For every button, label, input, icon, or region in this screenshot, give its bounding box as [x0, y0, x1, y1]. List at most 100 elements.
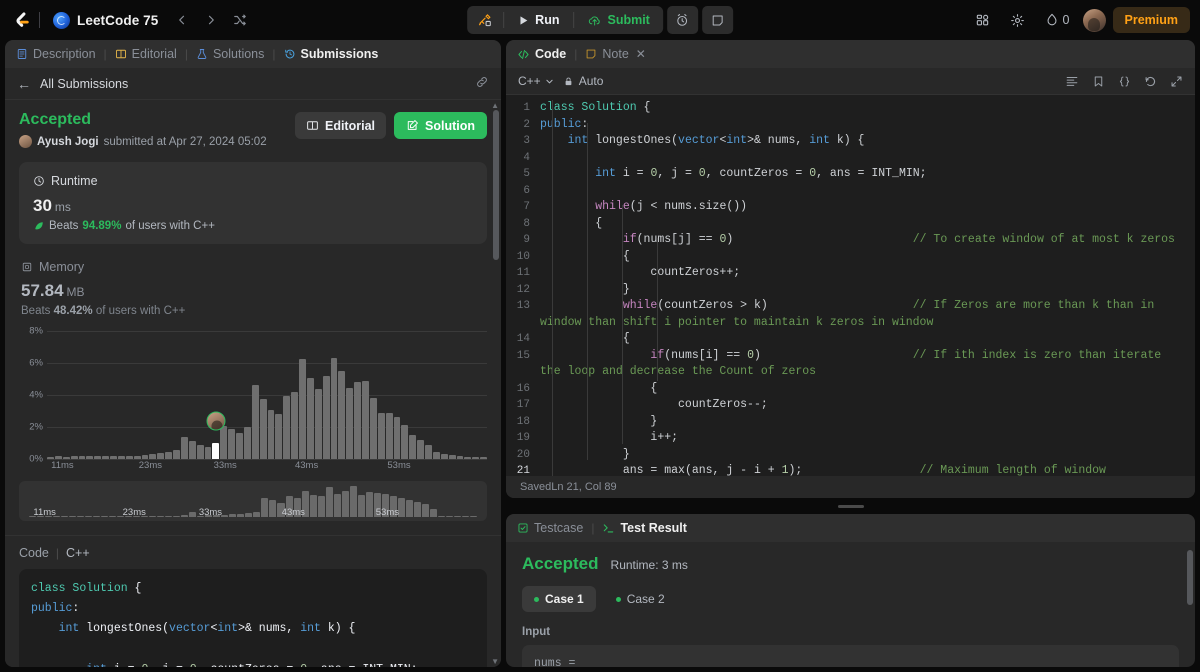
left-scrollbar[interactable] — [493, 104, 499, 663]
chart-bar[interactable] — [314, 389, 322, 459]
shuffle-icon[interactable] — [229, 8, 251, 32]
code-line-text[interactable]: countZeros++; — [540, 265, 1195, 282]
chart-bar[interactable] — [291, 391, 298, 459]
chart-bar[interactable] — [306, 378, 314, 459]
chart-bar[interactable] — [188, 441, 196, 459]
code-line-text[interactable]: ans = max(ans, j - i + 1); // Maximum le… — [540, 463, 1195, 476]
code-line-text[interactable]: countZeros--; — [540, 397, 1195, 414]
chart-bar[interactable] — [362, 381, 369, 459]
chart-bar[interactable] — [236, 433, 243, 459]
gear-icon[interactable] — [1004, 6, 1032, 34]
tab-solutions[interactable]: Solutions — [196, 47, 264, 61]
debug-icon[interactable] — [469, 8, 500, 32]
chart-bar[interactable] — [180, 437, 188, 459]
chart-bar[interactable] — [267, 410, 275, 459]
chart-bar[interactable] — [346, 387, 354, 459]
code-line-text[interactable] — [540, 150, 1195, 167]
chart-bar[interactable] — [432, 451, 440, 459]
premium-button[interactable]: Premium — [1112, 7, 1190, 33]
chart-bar[interactable] — [322, 375, 330, 459]
run-button[interactable]: Run — [507, 8, 570, 32]
result-scrollbar-thumb[interactable] — [1187, 550, 1193, 605]
chart-bar[interactable] — [228, 429, 235, 459]
chart-you-marker[interactable] — [206, 411, 226, 431]
chart-bar[interactable] — [220, 426, 228, 459]
avatar[interactable] — [1082, 8, 1106, 32]
arrow-left-icon[interactable]: ← — [17, 77, 31, 91]
chart-bar[interactable] — [330, 358, 338, 459]
close-icon[interactable]: ✕ — [636, 47, 646, 61]
code-line-text[interactable]: int longestOnes(vector<int>& nums, int k… — [540, 133, 1195, 150]
auto-toggle[interactable]: Auto — [563, 74, 603, 88]
code-line-text[interactable]: } — [540, 282, 1195, 299]
submit-button[interactable]: Submit — [577, 8, 660, 32]
chart-bar[interactable] — [417, 439, 424, 459]
left-scrollbar-thumb[interactable] — [493, 110, 499, 260]
code-line-text[interactable]: { — [540, 381, 1195, 398]
editorial-button[interactable]: Editorial — [294, 112, 386, 139]
format-lines-icon[interactable] — [1065, 74, 1079, 88]
chart-bar[interactable] — [369, 398, 377, 459]
code-line-text[interactable]: while(j < nums.size()) — [540, 199, 1195, 216]
chart-bar[interactable] — [283, 395, 291, 459]
solution-button[interactable]: Solution — [394, 112, 487, 139]
chart-bars-area[interactable] — [47, 331, 487, 460]
tab-note[interactable]: Note ✕ — [585, 47, 646, 61]
case-1-tab[interactable]: Case 1 — [522, 586, 596, 612]
chart-bar[interactable] — [401, 424, 409, 459]
chart-bar[interactable] — [251, 384, 259, 459]
code-line-text[interactable]: { — [540, 249, 1195, 266]
tab-editorial[interactable]: Editorial — [115, 47, 177, 61]
chart-bar[interactable] — [204, 447, 212, 459]
code-line-text[interactable] — [540, 183, 1195, 200]
streak-counter[interactable]: 0 — [1039, 6, 1076, 34]
prev-problem-button[interactable] — [171, 8, 193, 32]
bookmark-icon[interactable] — [1092, 75, 1105, 88]
tab-submissions[interactable]: Submissions — [284, 47, 378, 61]
tab-code[interactable]: Code — [517, 47, 566, 61]
chart-bar[interactable] — [259, 399, 267, 459]
code-line-text[interactable]: { — [540, 331, 1195, 348]
chart-bar-current[interactable] — [212, 443, 220, 459]
chart-bar[interactable] — [275, 414, 283, 459]
language-selector[interactable]: C++ — [518, 74, 554, 88]
code-line-text[interactable]: class Solution { — [540, 100, 1195, 117]
chart-bar[interactable] — [409, 435, 417, 459]
code-line-text[interactable]: } — [540, 447, 1195, 464]
chart-bar[interactable] — [425, 445, 432, 459]
submitted-code-block[interactable]: class Solution { public: int longestOnes… — [19, 569, 487, 667]
code-line-text[interactable]: if(nums[j] == 0) // To create window of … — [540, 232, 1195, 249]
scroll-down-icon[interactable]: ▼ — [491, 657, 499, 666]
code-line-text[interactable]: public: — [540, 117, 1195, 134]
code-editor[interactable]: 1 class Solution {2 public: 3 int longestOn… — [506, 95, 1195, 476]
chart-bar[interactable] — [393, 417, 401, 459]
chart-bar[interactable] — [377, 412, 385, 459]
chart-bar[interactable] — [385, 413, 393, 459]
code-line-text[interactable]: while(countZeros > k) // If Zeros are mo… — [540, 298, 1195, 331]
submitter-name[interactable]: Ayush Jogi — [37, 136, 99, 148]
chart-bar[interactable] — [165, 452, 172, 459]
chart-bar[interactable] — [338, 371, 346, 459]
submission-detail-scroll[interactable]: Accepted Ayush Jogi submitted at Apr 27,… — [5, 100, 501, 667]
input-value-box[interactable]: nums = [1,1,1,0,0,0,1,1,1,1,0] — [522, 645, 1179, 667]
curly-braces-icon[interactable] — [1118, 75, 1131, 88]
code-line-text[interactable]: int i = 0, j = 0, countZeros = 0, ans = … — [540, 166, 1195, 183]
chart-bar[interactable] — [243, 427, 251, 459]
chart-bar[interactable] — [299, 359, 306, 459]
case-2-tab[interactable]: Case 2 — [604, 586, 677, 612]
grid-apps-icon[interactable] — [969, 6, 997, 34]
note-icon[interactable] — [701, 6, 733, 34]
chart-brush-minimap[interactable]: 11ms 23ms 33ms 43ms 53ms — [19, 481, 487, 521]
scroll-up-icon[interactable]: ▲ — [491, 101, 499, 110]
link-icon[interactable] — [475, 75, 489, 92]
timer-icon[interactable] — [666, 6, 698, 34]
code-line-text[interactable]: i++; — [540, 430, 1195, 447]
chart-bar[interactable] — [173, 450, 180, 459]
expand-icon[interactable] — [1170, 75, 1183, 88]
next-problem-button[interactable] — [200, 8, 222, 32]
study-plan-title[interactable]: LeetCode 75 — [47, 9, 164, 32]
pane-drag-handle[interactable] — [506, 503, 1195, 509]
chart-bar[interactable] — [196, 445, 204, 459]
code-line-text[interactable]: { — [540, 216, 1195, 233]
leetcode-logo-icon[interactable] — [10, 9, 32, 31]
